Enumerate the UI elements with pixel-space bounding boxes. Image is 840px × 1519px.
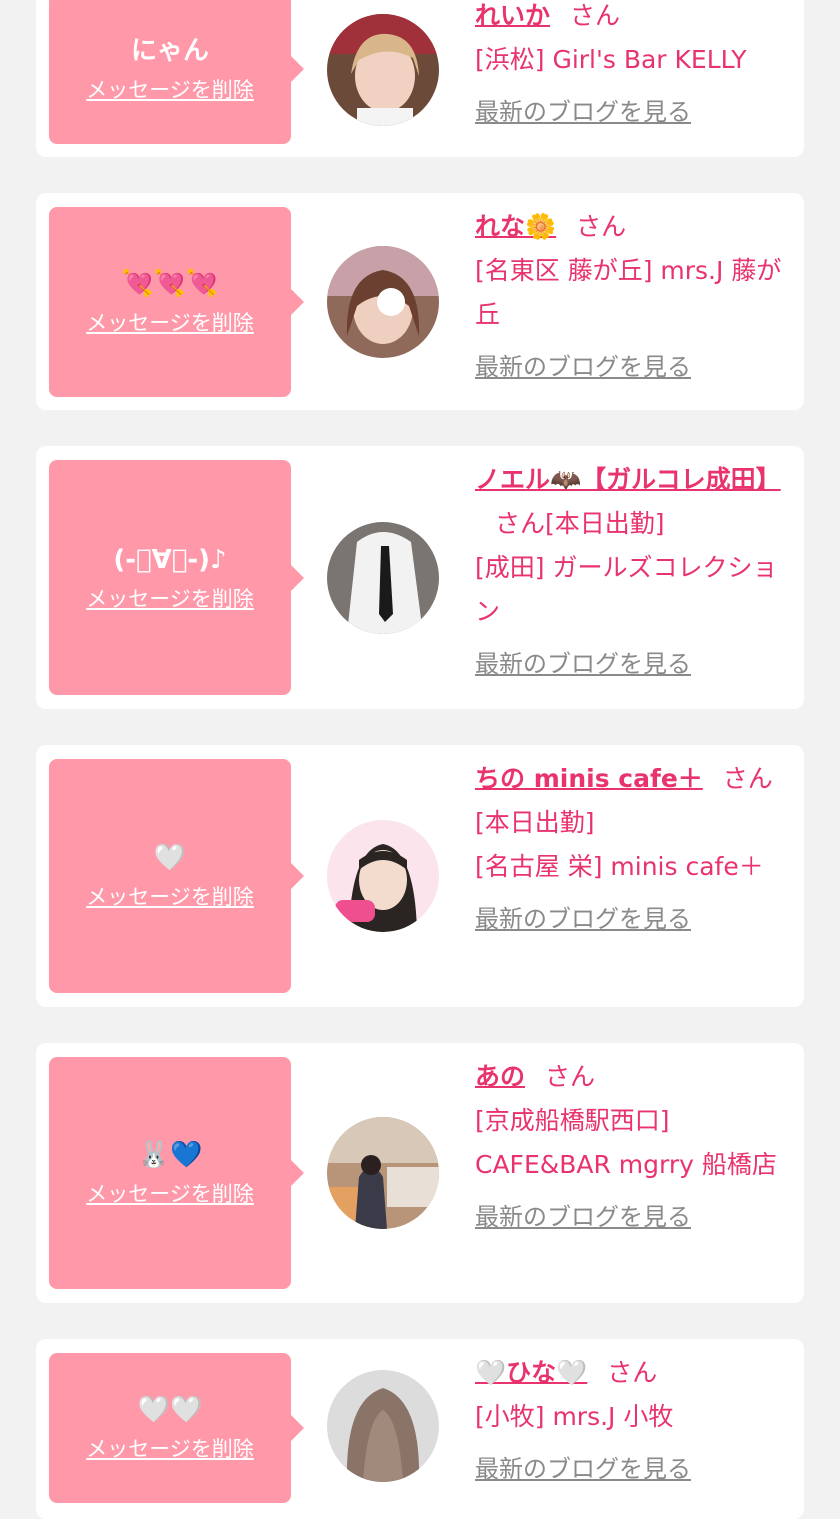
message-text: 🐰💙 <box>137 1140 203 1170</box>
delete-message-link[interactable]: メッセージを削除 <box>86 1179 254 1209</box>
delete-message-link[interactable]: メッセージを削除 <box>86 75 254 105</box>
favorite-card: 🤍🤍 メッセージを削除 🤍ひな🤍 さん [小牧] mrs.J 小牧 最新のブログを… <box>36 1339 804 1519</box>
message-bubble: (-ﾟ∀ﾟ-)♪ メッセージを削除 <box>49 460 304 695</box>
shop-text: [小牧] mrs.J 小牧 <box>475 1402 674 1431</box>
message-bubble: 🤍 メッセージを削除 <box>49 759 304 993</box>
san-suffix: さん <box>576 212 627 241</box>
favorite-card: 🐰💙 メッセージを削除 あの さん [京成船橋駅西口] CAFE&BAR mgrr… <box>36 1043 804 1303</box>
girl-name-link[interactable]: ノエル🦇【ガルコレ成田】 <box>475 465 781 494</box>
message-text: (-ﾟ∀ﾟ-)♪ <box>113 544 227 575</box>
san-suffix: さん <box>607 1358 658 1387</box>
shop-text: [浜松] Girl's Bar KELLY <box>475 45 747 74</box>
girl-info: れいか さん [浜松] Girl's Bar KELLY 最新のブログを見る <box>475 0 795 134</box>
avatar[interactable] <box>327 14 439 126</box>
shop-text: [名東区 藤が丘] mrs.J 藤が丘 <box>475 256 782 329</box>
message-bubble: 🤍🤍 メッセージを削除 <box>49 1353 304 1503</box>
avatar[interactable] <box>327 1117 439 1229</box>
avatar[interactable] <box>327 246 439 358</box>
girl-name-link[interactable]: れいか <box>475 1 550 30</box>
favorite-card: にゃん メッセージを削除 れいか さん [浜松] Girl's Bar KELLY… <box>36 0 804 157</box>
delete-message-link[interactable]: メッセージを削除 <box>86 1434 254 1464</box>
san-suffix: さん <box>545 1062 596 1091</box>
favorite-card: (-ﾟ∀ﾟ-)♪ メッセージを削除 ノエル🦇【ガルコレ成田】さん[本日出勤] [… <box>36 446 804 709</box>
latest-blog-link[interactable]: 最新のブログを見る <box>475 347 691 387</box>
status-text: [本日出勤] <box>545 509 665 538</box>
latest-blog-link[interactable]: 最新のブログを見る <box>475 644 691 684</box>
avatar[interactable] <box>327 522 439 634</box>
delete-message-link[interactable]: メッセージを削除 <box>86 308 254 338</box>
san-suffix: さん <box>722 764 773 793</box>
avatar[interactable] <box>327 820 439 932</box>
message-bubble: 💘💘💘 メッセージを削除 <box>49 207 304 397</box>
favorite-card: 💘💘💘 メッセージを削除 れな🌼 さん [名東区 藤が丘] mrs.J 藤が丘 最… <box>36 193 804 410</box>
shop-text: [名古屋 栄] minis cafe＋ <box>475 852 764 881</box>
message-text: 💘💘💘 <box>121 269 219 299</box>
girl-name-link[interactable]: れな🌼 <box>475 212 556 241</box>
san-suffix: さん <box>570 1 621 30</box>
shop-text: [成田] ガールズコレクション <box>475 553 778 626</box>
favorite-card: 🤍 メッセージを削除 ちの minis cafe＋ さん [本日出勤] [名古屋 栄… <box>36 745 804 1007</box>
girl-info: あの さん [京成船橋駅西口] CAFE&BAR mgrry 船橋店 最新のブログ… <box>475 1055 795 1239</box>
girl-name-link[interactable]: 🤍ひな🤍 <box>475 1358 587 1387</box>
latest-blog-link[interactable]: 最新のブログを見る <box>475 1197 691 1237</box>
message-bubble: 🐰💙 メッセージを削除 <box>49 1057 304 1289</box>
avatar[interactable] <box>327 1370 439 1482</box>
san-suffix: さん <box>495 509 546 538</box>
message-text: にゃん <box>130 36 209 66</box>
latest-blog-link[interactable]: 最新のブログを見る <box>475 1449 691 1489</box>
shop-text: [京成船橋駅西口] CAFE&BAR mgrry 船橋店 <box>475 1106 777 1179</box>
message-text: 🤍 <box>153 843 187 873</box>
girl-info: ノエル🦇【ガルコレ成田】さん[本日出勤] [成田] ガールズコレクション 最新の… <box>475 458 795 686</box>
status-text: [本日出勤] <box>475 808 595 837</box>
girl-name-link[interactable]: あの <box>475 1062 525 1091</box>
girl-info: 🤍ひな🤍 さん [小牧] mrs.J 小牧 最新のブログを見る <box>475 1351 795 1491</box>
girl-name-link[interactable]: ちの minis cafe＋ <box>475 764 703 793</box>
latest-blog-link[interactable]: 最新のブログを見る <box>475 92 691 132</box>
message-text: 🤍🤍 <box>137 1395 203 1425</box>
girl-info: れな🌼 さん [名東区 藤が丘] mrs.J 藤が丘 最新のブログを見る <box>475 205 795 389</box>
delete-message-link[interactable]: メッセージを削除 <box>86 584 254 614</box>
delete-message-link[interactable]: メッセージを削除 <box>86 882 254 912</box>
girl-info: ちの minis cafe＋ さん [本日出勤] [名古屋 栄] minis caf… <box>475 757 795 941</box>
latest-blog-link[interactable]: 最新のブログを見る <box>475 899 691 939</box>
message-bubble: にゃん メッセージを削除 <box>49 0 304 144</box>
